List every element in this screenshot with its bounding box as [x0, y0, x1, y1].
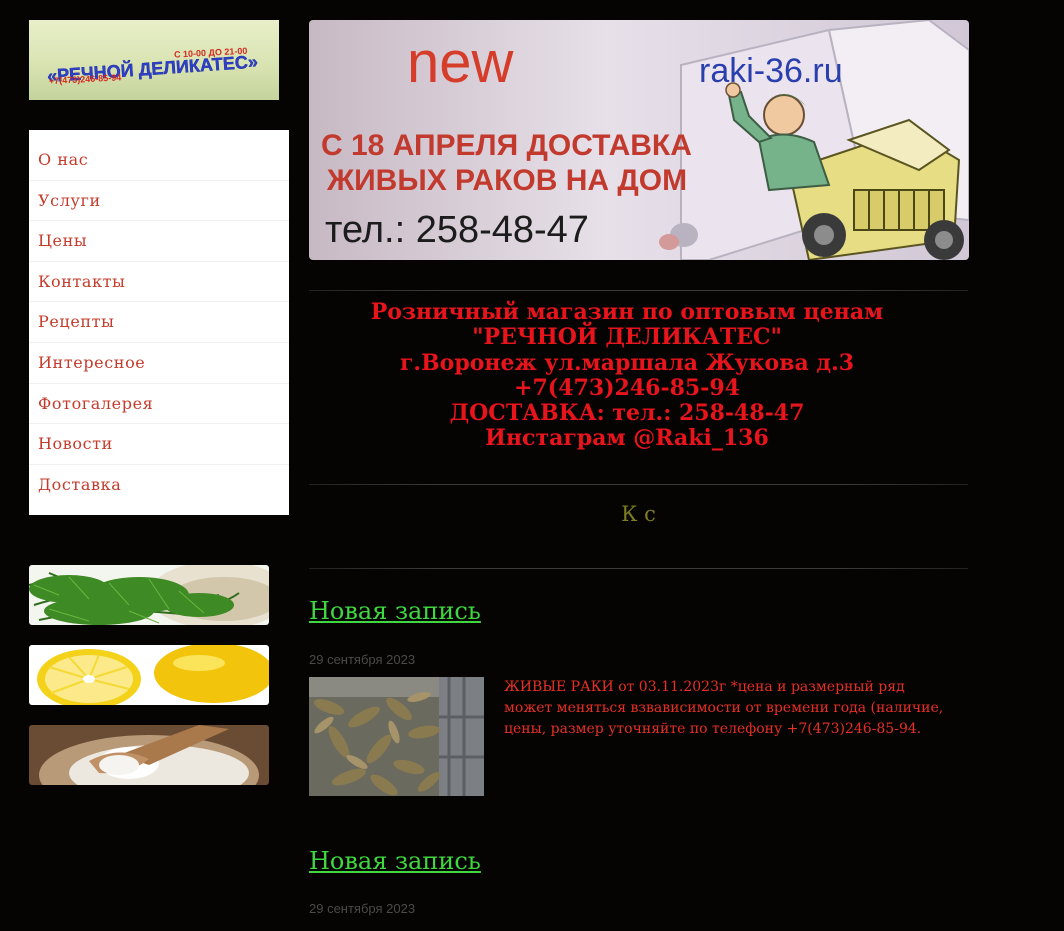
nav-item-services[interactable]: Услуги [29, 181, 289, 222]
salt-image[interactable] [29, 725, 269, 785]
store-info-line-instagram: Инстаграм @Raki_136 [485, 425, 769, 452]
banner-site: raki-36.ru [699, 52, 843, 90]
store-info-line-tagline: Розничный магазин по оптовым ценам [370, 299, 884, 325]
divider [309, 568, 968, 569]
delivery-banner[interactable]: new raki-36.ru С 18 АПРЕЛЯ ДОСТАВКА ЖИВЫ… [309, 20, 969, 260]
nav-item-delivery[interactable]: Доставка [29, 465, 289, 506]
post-date: 29 сентября 2023 [309, 901, 416, 916]
crayfish-image[interactable] [309, 677, 484, 796]
post-excerpt: ЖИВЫЕ РАКИ от 03.11.2023г *цена и размер… [504, 679, 944, 737]
site-logo[interactable]: С 10-00 ДО 21-00 «РЕЧНОЙ ДЕЛИКАТЕС» +7(4… [29, 20, 279, 100]
ks-text: К с [621, 502, 656, 526]
post-date: 29 сентября 2023 [309, 652, 416, 667]
post-title-link[interactable]: Новая запись [309, 847, 481, 875]
nav-item-about[interactable]: О нас [29, 140, 289, 181]
post-title-link[interactable]: Новая запись [309, 597, 481, 625]
nav-item-news[interactable]: Новости [29, 424, 289, 465]
store-info-line-delivery: ДОСТАВКА: тел.: 258-48-47 [449, 400, 805, 427]
banner-line2: ЖИВЫХ РАКОВ НА ДОМ [326, 164, 687, 197]
lemon-image[interactable] [29, 645, 269, 705]
store-info-line-address: г.Воронеж ул.маршала Жукова д.3 [399, 349, 855, 376]
nav-item-contacts[interactable]: Контакты [29, 262, 289, 303]
nav-item-photo-gallery[interactable]: Фотогалерея [29, 384, 289, 425]
divider [309, 484, 968, 485]
store-info-line-phone: +7(473)246-85-94 [514, 374, 740, 401]
nav-item-prices[interactable]: Цены [29, 221, 289, 262]
banner-phone: тел.: 258-48-47 [325, 209, 589, 251]
banner-line1: С 18 АПРЕЛЯ ДОСТАВКА [321, 129, 692, 162]
nav-item-interesting[interactable]: Интересное [29, 343, 289, 384]
banner-new-label: new [407, 30, 515, 95]
store-info-line-name: "РЕЧНОЙ ДЕЛИКАТЕС" [472, 324, 782, 351]
main-nav: О нас Услуги Цены Контакты Рецепты Интер… [29, 130, 289, 515]
nav-item-recipes[interactable]: Рецепты [29, 302, 289, 343]
dill-image[interactable] [29, 565, 269, 625]
divider [309, 290, 968, 291]
store-info: Розничный магазин по оптовым ценам "РЕЧН… [309, 299, 945, 452]
